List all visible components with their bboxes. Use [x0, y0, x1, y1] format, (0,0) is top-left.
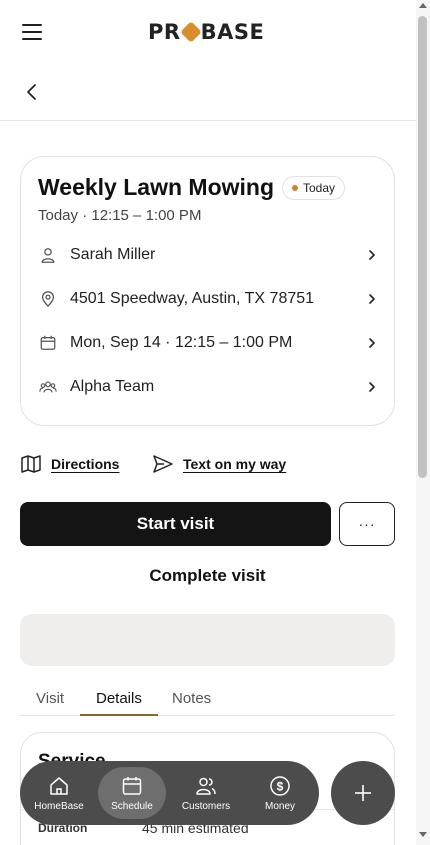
nav-homebase[interactable]: HomeBase: [25, 767, 93, 819]
address-text: 4501 Speedway, Austin, TX 78751: [70, 290, 315, 307]
badge-label: Today: [303, 180, 336, 195]
scroll-up-arrow-icon[interactable]: [419, 3, 427, 8]
more-options-button[interactable]: ···: [339, 502, 395, 546]
person-icon: [38, 245, 58, 265]
probase-logo: PR BASE: [148, 20, 265, 44]
plus-icon: [355, 785, 371, 801]
tab-visit[interactable]: Visit: [20, 686, 80, 716]
nav-label: Schedule: [111, 800, 153, 812]
visit-card: Weekly Lawn Mowing Today Today · 12:15 –…: [20, 156, 395, 426]
home-icon: [50, 776, 68, 795]
scroll-down-arrow-icon[interactable]: [419, 832, 427, 837]
status-dot-icon: [292, 184, 298, 191]
today-badge: Today: [282, 175, 346, 200]
chevron-right-icon: [369, 338, 375, 348]
scrollbar-thumb[interactable]: [418, 16, 427, 478]
nav-schedule[interactable]: Schedule: [98, 767, 166, 819]
team-row[interactable]: Alpha Team: [38, 375, 378, 399]
quick-actions: Directions Text on my way: [20, 453, 400, 477]
back-arrow-icon[interactable]: [22, 82, 42, 102]
dollar-icon: $: [270, 775, 290, 796]
text-on-my-way-label: Text on my way: [183, 456, 287, 472]
tab-notes[interactable]: Notes: [156, 686, 227, 716]
team-name: Alpha Team: [70, 378, 155, 395]
directions-label: Directions: [51, 456, 120, 472]
menu-icon[interactable]: [22, 24, 42, 40]
bottom-nav: HomeBase Schedule Customers $ Money: [20, 761, 319, 825]
text-on-my-way-link[interactable]: Text on my way: [152, 453, 286, 475]
complete-visit-button[interactable]: Complete visit: [20, 562, 395, 590]
customers-icon: [196, 777, 216, 795]
calendar-icon: [122, 776, 142, 795]
nav-customers[interactable]: Customers: [172, 767, 240, 819]
send-icon: [153, 455, 173, 473]
nav-label: Money: [264, 800, 295, 812]
schedule-row[interactable]: Mon, Sep 14 · 12:15 – 1:00 PM: [38, 331, 378, 355]
sub-header: [0, 64, 416, 121]
customer-name: Sarah Miller: [70, 246, 156, 263]
customer-row[interactable]: Sarah Miller: [38, 243, 378, 267]
chevron-right-icon: [369, 250, 375, 260]
tab-details[interactable]: Details: [80, 686, 158, 716]
calendar-icon: [38, 333, 58, 353]
start-visit-button[interactable]: Start visit: [20, 502, 331, 546]
loading-placeholder: [20, 614, 395, 666]
visit-time: Today · 12:15 – 1:00 PM: [38, 207, 202, 224]
map-icon: [21, 455, 41, 473]
title-row: Weekly Lawn Mowing Today: [38, 174, 346, 201]
add-button[interactable]: [331, 761, 395, 825]
nav-money[interactable]: $ Money: [246, 767, 314, 819]
nav-label: Customers: [181, 800, 231, 812]
nav-label: HomeBase: [34, 800, 84, 812]
address-row[interactable]: 4501 Speedway, Austin, TX 78751: [38, 287, 378, 311]
visit-title: Weekly Lawn Mowing: [38, 174, 274, 200]
directions-link[interactable]: Directions: [20, 453, 119, 475]
team-icon: [38, 377, 58, 397]
schedule-text: Mon, Sep 14 · 12:15 – 1:00 PM: [70, 334, 293, 351]
detail-tabs: Visit Details Notes: [20, 686, 395, 716]
location-pin-icon: [38, 289, 58, 309]
top-bar: PR BASE: [0, 0, 416, 64]
svg-text:$: $: [277, 779, 284, 793]
chevron-right-icon: [369, 382, 375, 392]
chevron-right-icon: [369, 294, 375, 304]
